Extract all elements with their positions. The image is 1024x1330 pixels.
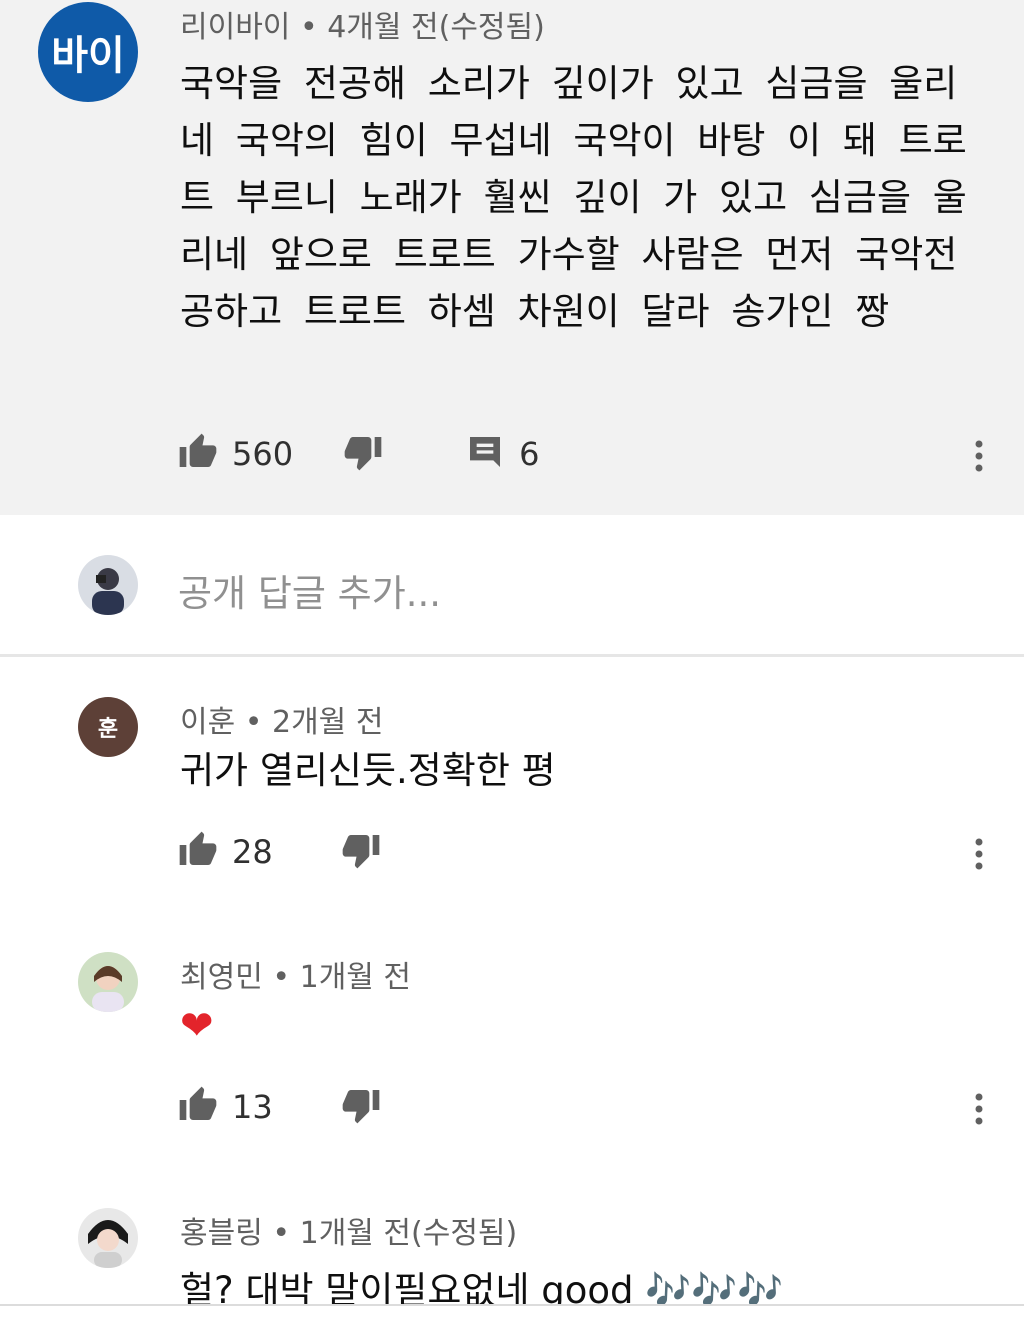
- comment-meta: 리이바이 • 4개월 전(수정됨): [180, 2, 545, 46]
- thumbs-up-icon[interactable]: [178, 1085, 218, 1129]
- avatar[interactable]: 훈: [78, 697, 138, 757]
- reply-input[interactable]: 공개 답글 추가...: [178, 563, 441, 617]
- comment-text: 국악을 전공해 소리가 깊이가 있고 심금을 울리네 국악의 힘이 무섭네 국악…: [180, 62, 967, 333]
- more-options-icon[interactable]: [968, 1089, 990, 1129]
- comment-actions: 13: [178, 1085, 381, 1129]
- comment-text: 헐? 대박 말이필요없네 good 🎶🎶🎶: [180, 1269, 784, 1306]
- reply-row: [0, 515, 1024, 655]
- avatar-initials: 바이: [51, 33, 125, 79]
- like-count: 560: [232, 435, 294, 473]
- like-count: 28: [232, 833, 273, 871]
- like-count: 13: [232, 1088, 273, 1126]
- more-options-icon[interactable]: [968, 834, 990, 874]
- divider: [0, 654, 1024, 657]
- comment-meta: 홍블링 • 1개월 전(수정됨): [180, 1208, 517, 1252]
- avatar[interactable]: [78, 1208, 138, 1268]
- comment-time: 1개월 전(수정됨): [299, 1216, 518, 1251]
- thumbs-up-icon[interactable]: [178, 830, 218, 874]
- thumbs-down-icon[interactable]: [341, 1085, 381, 1129]
- user-avatar: [78, 555, 138, 615]
- thumbs-up-icon[interactable]: [178, 432, 218, 476]
- heart-emoji: ❤: [180, 1003, 214, 1049]
- avatar[interactable]: 바이: [38, 2, 138, 102]
- highlighted-comment: 바이 리이바이 • 4개월 전(수정됨) 국악을 전공해 소리가 깊이가 있고 …: [0, 0, 1024, 515]
- thumbs-down-icon[interactable]: [343, 432, 383, 476]
- comment-actions: 28: [178, 830, 381, 874]
- comment-time: 4개월 전(수정됨): [327, 10, 545, 45]
- reply-count: 6: [519, 435, 540, 473]
- comment-text: 귀가 열리신듯.정확한 평: [180, 749, 556, 792]
- comment-meta: 최영민 • 1개월 전: [180, 952, 411, 996]
- avatar[interactable]: [78, 952, 138, 1012]
- reply-comment-icon[interactable]: [465, 432, 505, 476]
- comment-time: 1개월 전: [299, 960, 412, 995]
- meta-separator: •: [244, 705, 263, 740]
- comment-author[interactable]: 리이바이: [180, 10, 290, 45]
- comment-time: 2개월 전: [272, 705, 384, 740]
- comment-meta: 이훈 • 2개월 전: [180, 697, 383, 741]
- thumbs-down-icon[interactable]: [341, 830, 381, 874]
- meta-separator: •: [272, 1216, 291, 1251]
- meta-separator: •: [272, 960, 291, 995]
- comment-author[interactable]: 최영민: [180, 960, 263, 995]
- avatar-initials: 훈: [97, 717, 119, 742]
- comment-author[interactable]: 홍블링: [180, 1216, 263, 1251]
- more-options-icon[interactable]: [968, 436, 990, 476]
- meta-separator: •: [299, 10, 318, 45]
- comment-actions: 560 6: [178, 432, 539, 476]
- divider: [0, 1304, 1024, 1306]
- comment-author[interactable]: 이훈: [180, 705, 235, 740]
